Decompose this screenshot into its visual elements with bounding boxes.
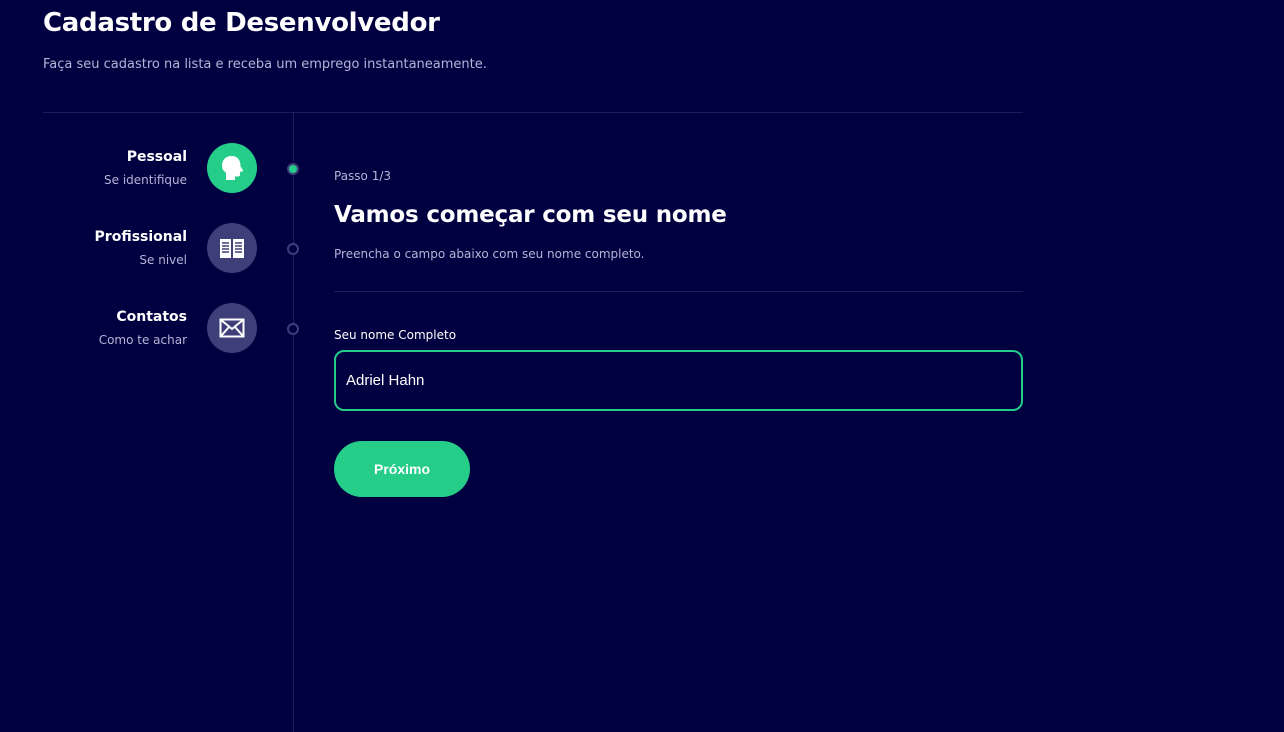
- step-circle[interactable]: [207, 303, 257, 353]
- content-divider: [334, 291, 1023, 292]
- step-indicator-dot: [287, 243, 299, 255]
- step-item-contatos[interactable]: Contatos Como te achar: [43, 303, 299, 355]
- step-title: Profissional: [94, 229, 187, 245]
- header-divider: [43, 112, 1023, 113]
- step-circle[interactable]: [207, 223, 257, 273]
- name-field-label: Seu nome Completo: [334, 328, 457, 342]
- step-title: Pessoal: [126, 149, 187, 165]
- step-item-profissional[interactable]: Profissional Se nivel: [43, 223, 299, 275]
- full-name-input[interactable]: [334, 350, 1023, 411]
- step-description: Se nivel: [139, 253, 187, 267]
- step-counter: Passo 1/3: [334, 169, 392, 183]
- step-title: Contatos: [116, 309, 187, 325]
- book-icon: [220, 239, 244, 258]
- step-description: Como te achar: [98, 333, 187, 347]
- step-description: Se identifique: [104, 173, 187, 187]
- step-circle[interactable]: [207, 143, 257, 193]
- step-indicator-dot: [287, 323, 299, 335]
- next-button[interactable]: Próximo: [334, 441, 470, 497]
- form-description: Preencha o campo abaixo com seu nome com…: [334, 247, 645, 261]
- sidebar-divider: [293, 113, 294, 732]
- page: Cadastro de Desenvolvedor Faça seu cadas…: [0, 0, 1284, 732]
- step-indicator-dot: [287, 163, 299, 175]
- mail-icon: [219, 318, 245, 338]
- page-subtitle: Faça seu cadastro na lista e receba um e…: [43, 57, 487, 72]
- form-heading: Vamos começar com seu nome: [334, 202, 727, 228]
- step-item-pessoal[interactable]: Pessoal Se identifique: [43, 143, 299, 195]
- person-head-icon: [222, 156, 243, 180]
- page-title: Cadastro de Desenvolvedor: [43, 8, 440, 38]
